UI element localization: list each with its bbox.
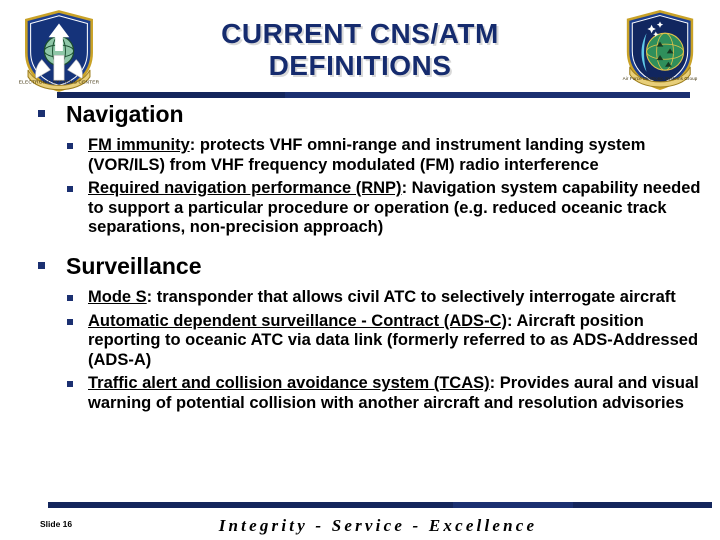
square-bullet-icon — [67, 294, 73, 301]
section-heading-navigation: Navigation — [0, 100, 720, 128]
definition-term: Automatic dependent surveillance - Contr… — [88, 311, 507, 330]
definition-item: Required navigation performance (RNP): N… — [0, 179, 720, 238]
slide-title-line-1: CURRENT CNS/ATM — [221, 18, 499, 49]
definition-term: Required navigation performance (RNP) — [88, 179, 402, 198]
slide-body: Navigation FM immunity: protects VHF omn… — [0, 98, 720, 496]
section-heading-text: Surveillance — [66, 252, 202, 279]
square-bullet-icon — [67, 186, 73, 193]
section-heading-text: Navigation — [66, 101, 184, 127]
definition-term: FM immunity — [88, 136, 190, 154]
slide-title: CURRENT CNS/ATM DEFINITIONS — [110, 18, 610, 82]
section-surveillance: Surveillance Mode S: transponder that al… — [0, 238, 720, 414]
square-bullet-icon — [38, 110, 45, 117]
footer-motto: Integrity - Service - Excellence — [218, 516, 538, 535]
section-navigation: Navigation FM immunity: protects VHF omn… — [0, 98, 720, 238]
definition-term: Traffic alert and collision avoidance sy… — [88, 374, 490, 393]
square-bullet-icon — [67, 381, 73, 388]
slide-title-line-2: DEFINITIONS — [268, 50, 452, 81]
slide: ELECTRONIC SYSTEMS CENTER CURRENT CNS/AT… — [0, 0, 720, 540]
definition-item: Traffic alert and collision avoidance sy… — [0, 374, 720, 413]
slide-footer: Slide 16 Integrity - Service - Excellenc… — [0, 508, 720, 540]
section-heading-surveillance: Surveillance — [0, 252, 720, 280]
definition-term: Mode S — [88, 287, 147, 306]
square-bullet-icon — [38, 261, 45, 269]
definition-item: Mode S: transponder that allows civil AT… — [0, 288, 720, 308]
definition-item: FM immunity: protects VHF omni-range and… — [0, 136, 720, 175]
square-bullet-icon — [67, 143, 73, 149]
svg-text:Air Force Electronic Systems G: Air Force Electronic Systems Group — [623, 76, 698, 81]
slide-header: ELECTRONIC SYSTEMS CENTER CURRENT CNS/AT… — [0, 0, 720, 96]
definition-item: Automatic dependent surveillance - Contr… — [0, 312, 720, 371]
svg-text:ELECTRONIC SYSTEMS CENTER: ELECTRONIC SYSTEMS CENTER — [19, 80, 100, 86]
electronic-systems-group-seal-icon: Air Force Electronic Systems Group — [623, 10, 698, 90]
definition-text: transponder that allows civil ATC to sel… — [152, 287, 676, 306]
square-bullet-icon — [67, 318, 73, 325]
electronic-systems-center-seal-icon: ELECTRONIC SYSTEMS CENTER — [19, 10, 100, 92]
